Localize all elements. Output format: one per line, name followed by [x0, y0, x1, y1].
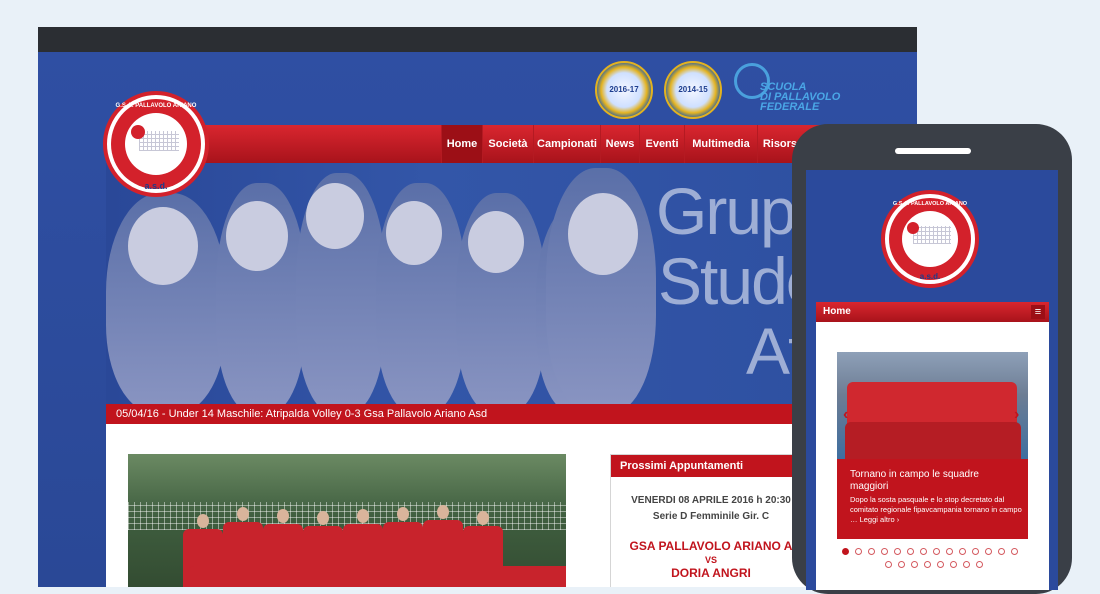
- mobile-news-excerpt: Dopo la sosta pasquale e lo stop decreta…: [850, 495, 1022, 524]
- slider-prev-icon[interactable]: ‹: [843, 406, 848, 424]
- slider-dot[interactable]: [894, 548, 901, 555]
- appointment-league: Serie D Femminile Gir. C: [652, 511, 770, 522]
- slider-dot[interactable]: [937, 561, 944, 568]
- hero-photo-face: [468, 211, 524, 273]
- federal-school-text: SCUOLA DI PALLAVOLO FEDERALE: [760, 82, 860, 113]
- slider-dot[interactable]: [998, 548, 1005, 555]
- logo-net: [139, 131, 179, 151]
- phone-mockup: G.S.A. PALLAVOLO ARIANO a.s.d. Home ≡ ‹ …: [792, 124, 1072, 594]
- logo-subtitle: a.s.d.: [144, 181, 168, 191]
- slider-dot[interactable]: [911, 561, 918, 568]
- phone-speaker: [895, 148, 971, 154]
- slider-next-icon[interactable]: ›: [1014, 406, 1019, 424]
- nav-item-eventi[interactable]: Eventi: [639, 125, 684, 163]
- team-photo[interactable]: [128, 454, 566, 587]
- slider-dot[interactable]: [855, 548, 862, 555]
- logo-subtitle: a.s.d.: [919, 272, 941, 281]
- slider-dot[interactable]: [924, 561, 931, 568]
- slider-dot[interactable]: [920, 548, 927, 555]
- slider-dot[interactable]: [972, 548, 979, 555]
- player-figure: [188, 566, 566, 587]
- slider-dot[interactable]: [933, 548, 940, 555]
- player-head: [237, 507, 249, 521]
- quality-badge-2016-17[interactable]: 2016-17: [595, 61, 653, 119]
- mobile-news-text: Dopo la sosta pasquale e lo stop decreta…: [850, 495, 1022, 514]
- logo-player-icon: [907, 222, 919, 234]
- news-ticker-text[interactable]: 05/04/16 - Under 14 Maschile: Atripalda …: [116, 404, 487, 424]
- logo-player-icon: [131, 125, 145, 139]
- appointment-away-team[interactable]: DORIA ANGRI: [611, 566, 811, 580]
- player-head: [477, 511, 489, 525]
- player-head: [197, 514, 209, 528]
- mobile-news-title[interactable]: Tornano in campo le squadre maggiori: [850, 469, 1020, 493]
- appointment-home-team[interactable]: GSA PALLAVOLO ARIANO A: [611, 539, 811, 553]
- nav-item-societa[interactable]: Società: [482, 125, 533, 163]
- slider-dot[interactable]: [907, 548, 914, 555]
- mobile-slide-photo[interactable]: [837, 352, 1028, 459]
- nav-item-campionati[interactable]: Campionati: [533, 125, 600, 163]
- mobile-club-logo[interactable]: G.S.A. PALLAVOLO ARIANO a.s.d.: [881, 190, 979, 288]
- nav-item-multimedia[interactable]: Multimedia: [684, 125, 757, 163]
- slider-dot[interactable]: [950, 561, 957, 568]
- hero-photo-face: [568, 193, 638, 275]
- player-head: [277, 509, 289, 523]
- badge-years-label: 2014-15: [678, 85, 708, 94]
- mobile-nav-home[interactable]: Home: [823, 302, 851, 322]
- hero-photo-face: [306, 183, 364, 249]
- nav-item-home[interactable]: Home: [441, 125, 482, 163]
- slider-dot[interactable]: [842, 548, 849, 555]
- player-head: [397, 507, 409, 521]
- logo-name: G.S.A. PALLAVOLO ARIANO: [892, 201, 968, 207]
- hero-photo-face: [128, 207, 198, 285]
- appointments-widget: Prossimi Appuntamenti VENERDI 08 APRILE …: [610, 454, 812, 587]
- mobile-content: ‹ › Tornano in campo le squadre maggiori…: [816, 322, 1049, 590]
- slider-dot[interactable]: [976, 561, 983, 568]
- slider-dot[interactable]: [885, 561, 892, 568]
- appointments-header: Prossimi Appuntamenti: [611, 455, 811, 477]
- badge-years-label: 2016-17: [609, 85, 639, 94]
- desktop-mockup: 2016-17 2014-15 SCUOLA DI PALLAVOLO FEDE…: [38, 27, 917, 587]
- mobile-news-card[interactable]: Tornano in campo le squadre maggiori Dop…: [837, 459, 1028, 539]
- slider-dot[interactable]: [868, 548, 875, 555]
- nav-item-news[interactable]: News: [600, 125, 639, 163]
- player-head: [357, 509, 369, 523]
- read-more-link[interactable]: Leggi altro ›: [860, 515, 900, 524]
- quality-badge-2014-15[interactable]: 2014-15: [664, 61, 722, 119]
- hero-photo-face: [386, 201, 442, 265]
- federal-school-logo[interactable]: SCUOLA DI PALLAVOLO FEDERALE: [734, 63, 854, 113]
- player-figure: [845, 422, 1021, 459]
- mobile-navigation: Home ≡: [816, 302, 1049, 322]
- phone-screen: G.S.A. PALLAVOLO ARIANO a.s.d. Home ≡ ‹ …: [806, 170, 1058, 590]
- appointment-vs: VS: [704, 555, 717, 565]
- slider-dot[interactable]: [963, 561, 970, 568]
- slider-dot[interactable]: [881, 548, 888, 555]
- logo-name: G.S.A. PALLAVOLO ARIANO: [115, 103, 197, 109]
- hero-photo-face: [226, 201, 288, 271]
- appointments-title: Prossimi Appuntamenti: [620, 460, 744, 472]
- browser-top-bar: [38, 27, 917, 52]
- player-head: [317, 511, 329, 525]
- slider-dot[interactable]: [985, 548, 992, 555]
- hamburger-menu-icon[interactable]: ≡: [1031, 305, 1045, 319]
- slider-dot[interactable]: [959, 548, 966, 555]
- appointment-date: VENERDI 08 APRILE 2016 h 20:30: [631, 495, 791, 506]
- club-logo[interactable]: G.S.A. PALLAVOLO ARIANO a.s.d.: [103, 91, 209, 197]
- player-head: [437, 505, 449, 519]
- slider-dot[interactable]: [946, 548, 953, 555]
- slider-dot[interactable]: [1011, 548, 1018, 555]
- slider-dot[interactable]: [898, 561, 905, 568]
- federal-school-line3: FEDERALE: [760, 101, 820, 113]
